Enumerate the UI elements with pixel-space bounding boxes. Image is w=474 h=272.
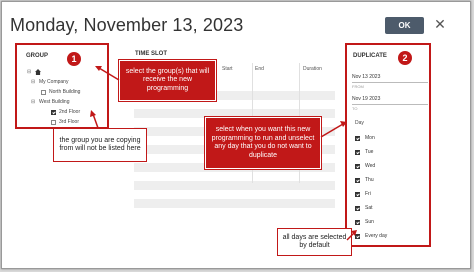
callout-copying-from: the group you are copying from will not … bbox=[53, 128, 147, 162]
group-header: GROUP bbox=[26, 53, 49, 59]
step-badge-1: 1 bbox=[67, 52, 81, 66]
collapse-icon[interactable]: ⊟ bbox=[31, 99, 36, 105]
day-label: Day bbox=[355, 120, 364, 126]
duplicate-panel: DUPLICATE Nov 13 2023 FROM Nov 19 2023 T… bbox=[345, 43, 431, 247]
tree-item-2nd-floor[interactable]: 2nd Floor bbox=[51, 109, 80, 115]
day-option-mon[interactable]: Mon bbox=[355, 135, 375, 141]
day-option-label: Fri bbox=[365, 191, 371, 197]
day-option-label: Sat bbox=[365, 205, 373, 211]
day-option-tue[interactable]: Tue bbox=[355, 149, 373, 155]
duplicate-header: DUPLICATE bbox=[353, 53, 387, 59]
day-option-label: Tue bbox=[365, 149, 374, 155]
north-building-checkbox[interactable] bbox=[41, 89, 46, 95]
day-option-sun[interactable]: Sun bbox=[355, 219, 374, 225]
time-slot-row[interactable] bbox=[134, 181, 335, 190]
close-icon[interactable]: ✕ bbox=[434, 17, 446, 31]
to-label: TO bbox=[352, 106, 358, 111]
time-slot-header: TIME SLOT bbox=[135, 51, 167, 57]
callout-all-days: all days are selected by default bbox=[277, 228, 352, 256]
wed-checkbox[interactable] bbox=[355, 163, 360, 169]
tree-item-my-company[interactable]: ⊟ My Company bbox=[31, 79, 68, 85]
collapse-icon[interactable]: ⊟ bbox=[27, 69, 32, 75]
group-panel: GROUP ⊟ ⊟ My Company North Building ⊟ We… bbox=[15, 43, 109, 129]
from-label: FROM bbox=[352, 84, 364, 89]
day-option-label: Every day bbox=[365, 233, 388, 239]
thu-checkbox[interactable] bbox=[355, 177, 360, 183]
tree-item-label: West Building bbox=[39, 99, 70, 105]
column-header-duration: Duration bbox=[303, 66, 322, 72]
tree-item-north-building[interactable]: North Building bbox=[41, 89, 80, 95]
ok-button[interactable]: OK bbox=[385, 17, 424, 34]
tree-item-label: My Company bbox=[39, 79, 69, 85]
3rd-floor-checkbox[interactable] bbox=[51, 119, 56, 125]
tree-item-label: 2nd Floor bbox=[59, 109, 81, 115]
tree-item-label: 3rd Floor bbox=[59, 119, 80, 125]
tue-checkbox[interactable] bbox=[355, 149, 360, 155]
tree-item-3rd-floor[interactable]: 3rd Floor bbox=[51, 119, 79, 125]
column-header-end: End bbox=[255, 66, 264, 72]
home-icon bbox=[35, 69, 41, 75]
callout-select-when: select when you want this new programmin… bbox=[204, 116, 322, 170]
tree-item-label: North Building bbox=[49, 89, 81, 95]
callout-select-groups: select the group(s) that will receive th… bbox=[118, 59, 217, 102]
fri-checkbox[interactable] bbox=[355, 191, 360, 197]
tree-root[interactable]: ⊟ bbox=[27, 69, 41, 75]
tree-item-west-building[interactable]: ⊟ West Building bbox=[31, 99, 69, 105]
dialog-title: Monday, November 13, 2023 bbox=[10, 15, 244, 35]
to-date-input[interactable]: Nov 19 2023 bbox=[352, 96, 428, 105]
from-date-input[interactable]: Nov 13 2023 bbox=[352, 74, 428, 83]
day-option-thu[interactable]: Thu bbox=[355, 177, 374, 183]
day-option-label: Wed bbox=[365, 163, 376, 169]
day-option-every-day[interactable]: Every day bbox=[355, 233, 387, 239]
day-option-fri[interactable]: Fri bbox=[355, 191, 371, 197]
sun-checkbox[interactable] bbox=[355, 219, 360, 225]
every-day-checkbox[interactable] bbox=[355, 233, 360, 239]
mon-checkbox[interactable] bbox=[355, 135, 360, 141]
time-slot-row[interactable] bbox=[134, 199, 335, 208]
collapse-icon[interactable]: ⊟ bbox=[31, 79, 36, 85]
step-badge-2: 2 bbox=[398, 51, 412, 65]
day-option-label: Thu bbox=[365, 177, 374, 183]
column-header-start: Start bbox=[222, 66, 233, 72]
day-option-sat[interactable]: Sat bbox=[355, 205, 373, 211]
sat-checkbox[interactable] bbox=[355, 205, 360, 211]
day-option-label: Sun bbox=[365, 219, 374, 225]
day-option-wed[interactable]: Wed bbox=[355, 163, 375, 169]
day-option-label: Mon bbox=[365, 135, 375, 141]
2nd-floor-checkbox[interactable] bbox=[51, 109, 56, 115]
